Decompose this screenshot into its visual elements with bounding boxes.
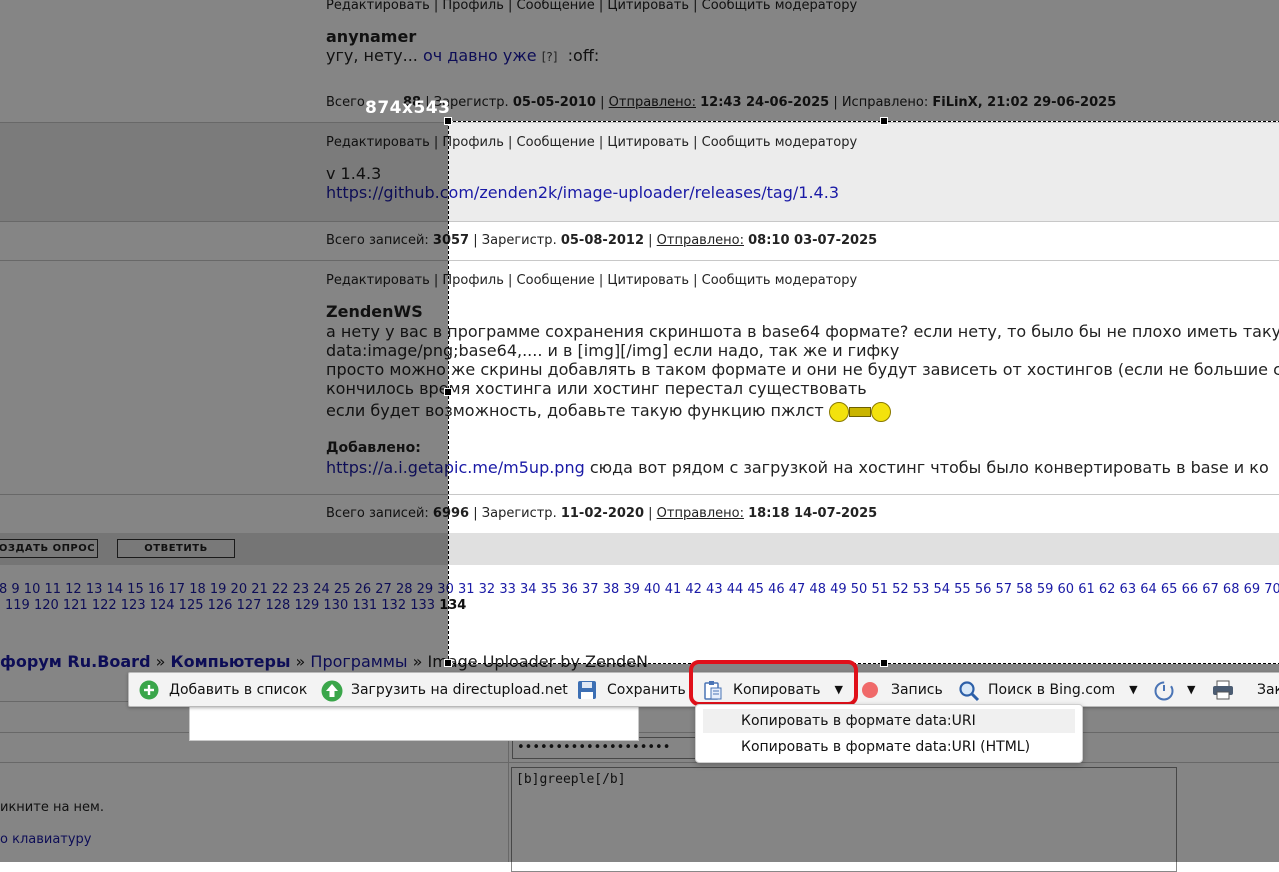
record-label: Запись [891, 681, 943, 698]
timer-button[interactable]: ▼ [1153, 673, 1195, 706]
save-label: Сохранить [607, 681, 686, 698]
copy-dropdown-menu: Копировать в формате data:URI Копировать… [695, 704, 1083, 763]
search-icon [958, 680, 980, 701]
upload-label: Загрузить на directupload.net [351, 681, 568, 698]
dim-overlay [448, 0, 1279, 121]
search-button[interactable]: Поиск в Bing.com ▼ [958, 673, 1138, 706]
close-button[interactable]: Зак [1257, 673, 1279, 706]
add-to-list-button[interactable]: Добавить в список [139, 673, 307, 706]
plus-icon [139, 680, 159, 700]
add-to-list-label: Добавить в список [169, 681, 308, 698]
timer-icon [1153, 680, 1174, 700]
upload-arrow-icon [321, 680, 343, 701]
resize-handle[interactable] [444, 388, 452, 396]
size-label: 874x543 [365, 98, 451, 118]
floppy-disk-icon [577, 680, 597, 700]
chevron-down-icon[interactable]: ▼ [1129, 683, 1137, 696]
search-label: Поиск в Bing.com [988, 681, 1116, 698]
copy-highlight [689, 660, 858, 706]
resize-handle[interactable] [444, 659, 452, 667]
upload-button[interactable]: Загрузить на directupload.net [321, 673, 568, 706]
menu-item-copy-data-uri[interactable]: Копировать в формате data:URI [703, 709, 1075, 733]
resize-handle[interactable] [880, 659, 888, 667]
menu-item-copy-data-uri-html[interactable]: Копировать в формате data:URI (HTML) [703, 735, 1075, 759]
chevron-down-icon[interactable]: ▼ [1187, 683, 1195, 696]
selection-rectangle[interactable] [448, 121, 1279, 664]
record-button[interactable]: Запись [861, 673, 943, 706]
resize-handle[interactable] [880, 117, 888, 125]
record-icon [861, 680, 881, 700]
print-button[interactable] [1212, 673, 1242, 706]
save-button[interactable]: Сохранить [577, 673, 686, 706]
printer-icon [1212, 680, 1233, 700]
close-label: Зак [1257, 681, 1279, 698]
toolbar-subpanel [189, 704, 639, 741]
